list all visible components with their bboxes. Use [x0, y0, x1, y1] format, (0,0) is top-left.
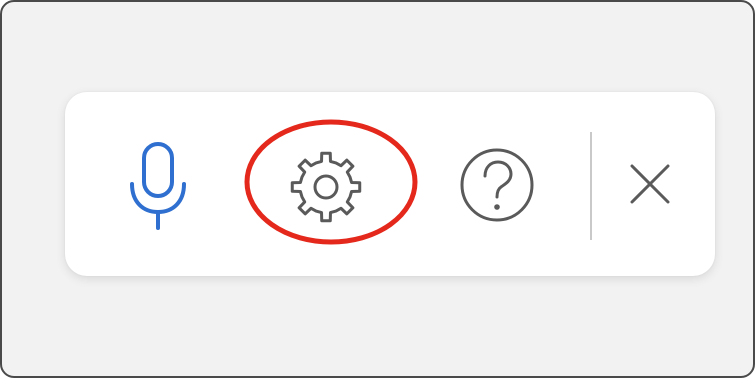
- settings-button[interactable]: [285, 146, 367, 228]
- microphone-button[interactable]: [123, 140, 193, 232]
- close-icon: [625, 158, 675, 210]
- question-circle-icon: [457, 145, 537, 225]
- toolbar-divider: [590, 132, 592, 240]
- microphone-icon: [123, 140, 193, 232]
- help-button[interactable]: [457, 145, 537, 225]
- window-frame: [0, 0, 755, 378]
- close-button[interactable]: [625, 158, 675, 210]
- floating-toolbar: [65, 92, 715, 276]
- gear-icon: [285, 146, 367, 228]
